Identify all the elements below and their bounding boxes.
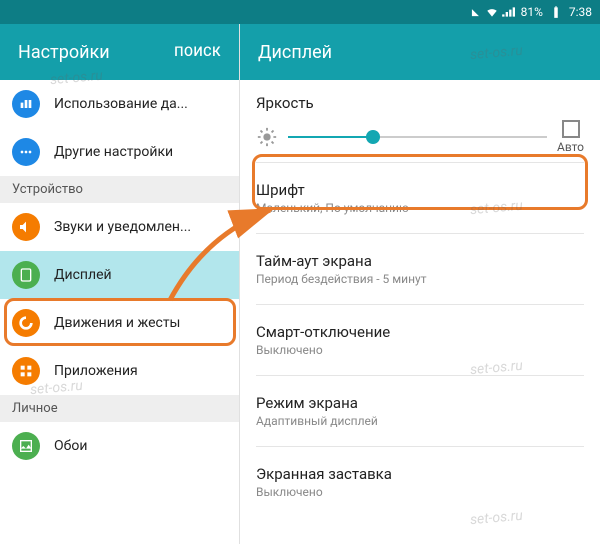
brightness-slider[interactable] [288, 127, 547, 147]
settings-sidebar: Настройки ПОИСК Использование да... Друг… [0, 24, 240, 544]
nav-item-data-usage[interactable]: Использование да... [0, 80, 239, 128]
brightness-block: Яркость Авто [256, 94, 584, 154]
row-title: Тайм-аут экрана [256, 252, 584, 270]
wifi-icon [485, 5, 499, 19]
row-title: Режим экрана [256, 394, 584, 412]
nav-item-motions[interactable]: Движения и жесты [0, 299, 239, 347]
display-icon [12, 261, 40, 289]
nav-label: Движения и жесты [54, 315, 180, 331]
motion-icon [12, 309, 40, 337]
row-title: Смарт-отключение [256, 323, 584, 341]
battery-icon [549, 5, 563, 19]
settings-title: Настройки [18, 42, 110, 63]
row-subtitle: Выключено [256, 343, 584, 357]
brightness-icon [256, 126, 278, 148]
nav-item-apps[interactable]: Приложения [0, 347, 239, 395]
auto-brightness-checkbox[interactable] [562, 120, 580, 138]
row-title: Экранная заставка [256, 465, 584, 483]
battery-percent: 81% [521, 5, 543, 19]
row-daydream[interactable]: Экранная заставка Выключено [256, 455, 584, 509]
row-subtitle: Выключено [256, 485, 584, 499]
no-sim-icon [469, 5, 483, 19]
status-icons [469, 5, 515, 19]
settings-header: Настройки ПОИСК [0, 24, 239, 80]
display-panel: Дисплей Яркость Авто Шрифт [240, 24, 600, 544]
row-subtitle: Маленький, По умолчанию [256, 201, 584, 215]
nav-label: Использование да... [54, 96, 188, 112]
display-header: Дисплей [240, 24, 600, 80]
sound-icon [12, 213, 40, 241]
nav-label: Дисплей [54, 267, 112, 283]
status-time: 7:38 [569, 5, 592, 19]
row-smart-stay[interactable]: Смарт-отключение Выключено [256, 313, 584, 367]
wallpaper-icon [12, 432, 40, 460]
row-subtitle: Период бездействия - 5 минут [256, 272, 584, 286]
nav-label: Другие настройки [54, 144, 173, 160]
divider [256, 304, 584, 305]
divider [256, 446, 584, 447]
nav-list: Использование да... Другие настройки Уст… [0, 80, 239, 544]
nav-item-sounds[interactable]: Звуки и уведомлен... [0, 203, 239, 251]
more-icon [12, 138, 40, 166]
auto-label: Авто [557, 140, 584, 154]
brightness-label: Яркость [256, 94, 584, 112]
row-timeout[interactable]: Тайм-аут экрана Период бездействия - 5 м… [256, 242, 584, 296]
section-personal: Личное [0, 395, 239, 422]
display-title: Дисплей [258, 42, 332, 63]
divider [256, 375, 584, 376]
row-subtitle: Адаптивный дисплей [256, 414, 584, 428]
nav-item-display[interactable]: Дисплей [0, 251, 239, 299]
nav-label: Обои [54, 438, 87, 454]
divider [256, 233, 584, 234]
row-font[interactable]: Шрифт Маленький, По умолчанию [256, 171, 584, 225]
section-device: Устройство [0, 176, 239, 203]
display-content: Яркость Авто Шрифт Маленький, По умолчан… [240, 80, 600, 544]
signal-icon [501, 5, 515, 19]
row-title: Шрифт [256, 181, 584, 199]
search-button[interactable]: ПОИСК [174, 45, 221, 60]
nav-label: Приложения [54, 363, 138, 379]
nav-label: Звуки и уведомлен... [54, 219, 191, 235]
data-usage-icon [12, 90, 40, 118]
divider [256, 162, 584, 163]
nav-item-wallpaper[interactable]: Обои [0, 422, 239, 470]
apps-icon [12, 357, 40, 385]
nav-item-more[interactable]: Другие настройки [0, 128, 239, 176]
row-screen-mode[interactable]: Режим экрана Адаптивный дисплей [256, 384, 584, 438]
status-bar: 81% 7:38 [0, 0, 600, 24]
